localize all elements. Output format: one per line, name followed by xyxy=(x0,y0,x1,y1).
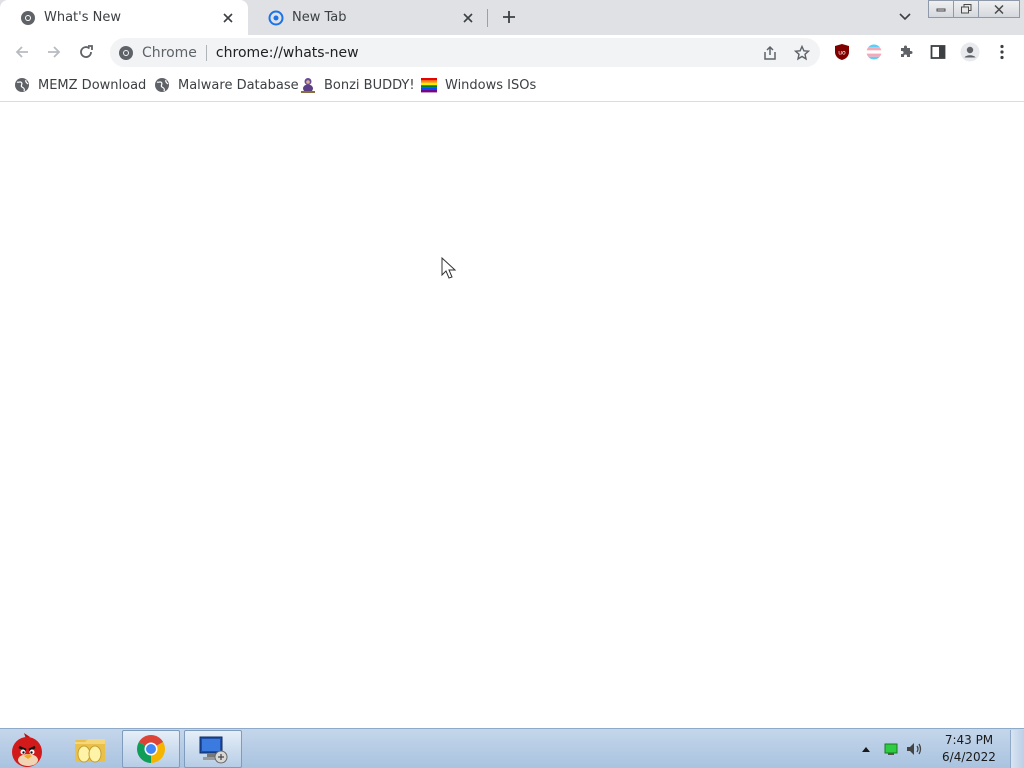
clock-time: 7:43 PM xyxy=(944,733,994,747)
tab-new-tab[interactable]: New Tab xyxy=(248,0,488,35)
restore-icon xyxy=(960,4,971,14)
taskbar-explorer[interactable] xyxy=(62,730,118,768)
reload-button[interactable] xyxy=(74,40,98,64)
puzzle-icon xyxy=(901,45,913,57)
chrome-icon xyxy=(137,735,165,763)
mouse-cursor-icon xyxy=(441,257,457,279)
tab-close-button[interactable] xyxy=(458,8,478,28)
site-chip: Chrome xyxy=(142,44,197,61)
tab-title: What's New xyxy=(44,10,121,25)
chrome-icon xyxy=(119,45,133,60)
tab-title: New Tab xyxy=(292,10,347,25)
bookmarks-bar: MEMZ Download Malware Database Bonzi BUD… xyxy=(0,69,1024,102)
tray-overflow-button[interactable] xyxy=(858,729,874,768)
page-content xyxy=(0,103,1024,728)
network-monitor-icon xyxy=(199,736,228,764)
forward-button[interactable] xyxy=(42,40,66,64)
close-icon xyxy=(223,12,233,23)
pride-extension-button[interactable] xyxy=(862,40,886,64)
new-tab-button[interactable] xyxy=(498,6,520,28)
extensions-button[interactable] xyxy=(894,40,918,64)
restore-button[interactable] xyxy=(953,0,979,18)
tab-whats-new[interactable]: What's New xyxy=(0,0,248,35)
back-arrow-icon xyxy=(15,46,28,58)
close-icon xyxy=(994,4,1004,14)
url-text[interactable]: chrome://whats-new xyxy=(216,45,359,61)
chevron-up-icon xyxy=(862,747,870,752)
start-button[interactable] xyxy=(2,730,52,768)
ublock-shield-icon: uo xyxy=(835,44,849,60)
bookmark-label: MEMZ Download xyxy=(38,77,147,93)
minimize-button[interactable] xyxy=(928,0,954,18)
ublock-extension-button[interactable]: uo xyxy=(830,40,854,64)
plus-icon xyxy=(503,11,515,23)
taskbar-clock[interactable]: 7:43 PM 6/4/2022 xyxy=(930,732,1008,766)
speaker-icon xyxy=(907,743,922,755)
network-status-icon xyxy=(884,743,898,755)
folder-icon xyxy=(75,739,105,763)
tray-network[interactable] xyxy=(881,729,901,768)
tab-close-button[interactable] xyxy=(218,8,238,28)
bookmark-windows-isos[interactable]: Windows ISOs xyxy=(421,75,536,95)
bookmark-memz-download[interactable]: MEMZ Download xyxy=(14,75,146,95)
bonzi-icon xyxy=(301,78,315,93)
address-bar[interactable]: Chrome chrome://whats-new xyxy=(110,38,820,67)
close-icon xyxy=(463,12,473,23)
bookmark-bonzi-buddy[interactable]: Bonzi BUDDY! xyxy=(300,75,415,95)
bookmark-malware-database[interactable]: Malware Database xyxy=(154,75,299,95)
reload-icon xyxy=(80,45,93,58)
bookmark-label: Windows ISOs xyxy=(445,77,537,93)
tab-strip: What's New New Tab xyxy=(0,0,1024,35)
screen: What's New New Tab Chrome chrome://whats… xyxy=(0,0,1024,768)
chrome-icon xyxy=(21,10,35,25)
bookmark-label: Bonzi BUDDY! xyxy=(324,77,415,93)
taskbar-remote-monitor[interactable] xyxy=(184,730,242,768)
minimize-icon xyxy=(936,8,946,12)
forward-arrow-icon xyxy=(48,46,61,58)
toolbar: Chrome chrome://whats-new uo xyxy=(0,35,1024,69)
tab-separator xyxy=(487,9,488,27)
new-tab-icon xyxy=(268,10,284,25)
angry-bird-start-icon xyxy=(12,733,42,767)
kebab-menu-icon xyxy=(1000,44,1004,60)
taskbar-chrome[interactable] xyxy=(122,730,180,768)
menu-button[interactable] xyxy=(990,40,1014,64)
taskbar: 7:43 PM 6/4/2022 xyxy=(0,728,1024,768)
side-panel-button[interactable] xyxy=(926,40,950,64)
share-icon xyxy=(764,45,776,60)
back-button[interactable] xyxy=(10,40,34,64)
globe-icon xyxy=(155,78,169,92)
bookmark-star-button[interactable] xyxy=(793,44,811,62)
trans-flag-circle-icon xyxy=(866,44,882,60)
bookmark-label: Malware Database xyxy=(178,77,299,93)
globe-icon xyxy=(15,78,29,92)
avatar-icon xyxy=(960,42,980,62)
share-button[interactable] xyxy=(761,44,779,62)
rainbow-flag-icon xyxy=(421,78,437,93)
omnibox-divider xyxy=(205,44,207,61)
profile-button[interactable] xyxy=(958,40,982,64)
tray-volume[interactable] xyxy=(904,729,926,768)
side-panel-icon xyxy=(930,45,946,59)
star-icon xyxy=(794,45,810,61)
chevron-down-icon xyxy=(899,13,911,21)
svg-text:uo: uo xyxy=(838,50,846,57)
tab-search-button[interactable] xyxy=(895,7,915,27)
show-desktop-button[interactable] xyxy=(1010,730,1024,768)
close-window-button[interactable] xyxy=(978,0,1020,18)
clock-date: 6/4/2022 xyxy=(942,750,996,764)
